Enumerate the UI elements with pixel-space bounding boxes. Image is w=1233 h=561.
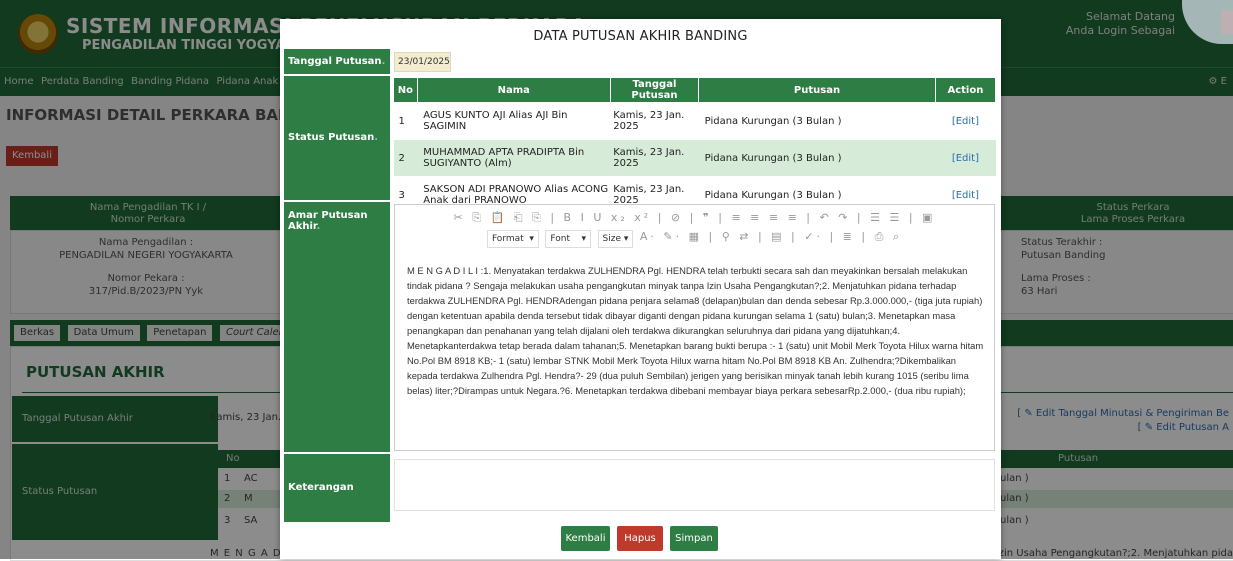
cell-tanggal: Kamis, 23 Jan. 2025 <box>610 102 699 140</box>
modal-title: DATA PUTUSAN AKHIR BANDING <box>533 29 748 44</box>
size-label: Size <box>602 234 621 244</box>
size-select[interactable]: Size ▾ <box>597 230 634 248</box>
amar-rich-text-editor[interactable]: ✂ ⎘ 📋 ⎗ ⎘ | B I U x₂ x² | ⊘ | ❞ | ≡ ≡ ≡ … <box>394 204 995 451</box>
font-label: Font <box>550 234 571 244</box>
editor-toolbar-row2: Format ▾ Font ▾ Size ▾ A· ✎· ▦ | ⚲ ⇄ | ▤… <box>395 230 994 248</box>
col-no: No <box>393 77 418 103</box>
edit-link[interactable]: [Edit] <box>952 116 979 127</box>
col-tanggal: Tanggal Putusan <box>609 77 700 103</box>
cell-tanggal: Kamis, 23 Jan. 2025 <box>610 139 699 177</box>
editor-toolbar-icons[interactable]: A· ✎· ▦ | ⚲ ⇄ | ▤ | ✓· | ≣ | ⎙ ⌕ <box>640 230 902 244</box>
cell-no: 2 <box>393 139 418 177</box>
simpan-button[interactable]: Simpan <box>670 526 718 551</box>
format-label: Format <box>491 234 524 244</box>
tanggal-putusan-input[interactable]: 23/01/2025 <box>394 52 451 72</box>
keterangan-input[interactable] <box>394 459 995 511</box>
cell-putusan: Pidana Kurungan (3 Bulan ) <box>698 102 936 140</box>
amar-content[interactable]: M E N G A D I L I :1. Menyatakan terdakw… <box>407 263 985 398</box>
table-row: 1 AGUS KUNTO AJI Alias AJI Bin SAGIMIN K… <box>393 102 996 140</box>
col-putusan: Putusan <box>698 77 936 103</box>
hapus-button[interactable]: Hapus <box>617 526 663 551</box>
putusan-modal: DATA PUTUSAN AKHIR BANDING Tanggal Putus… <box>280 19 1001 559</box>
label-status-putusan: Status Putusan. <box>284 76 390 200</box>
format-select[interactable]: Format ▾ <box>486 230 539 248</box>
label-text: Status Putusan <box>288 132 375 143</box>
cell-no: 1 <box>393 102 418 140</box>
cell-action: [Edit] <box>935 102 996 140</box>
cell-nama: AGUS KUNTO AJI Alias AJI Bin SAGIMIN <box>417 102 611 140</box>
kembali-button[interactable]: Kembali <box>561 526 610 551</box>
col-nama: Nama <box>416 77 611 103</box>
editor-toolbar-row1[interactable]: ✂ ⎘ 📋 ⎗ ⎘ | B I U x₂ x² | ⊘ | ❞ | ≡ ≡ ≡ … <box>395 211 994 225</box>
label-amar-putusan: Amar Putusan Akhir. <box>284 202 390 452</box>
label-text: Amar Putusan Akhir <box>288 210 368 232</box>
col-action: Action <box>934 77 997 103</box>
label-tanggal-putusan: Tanggal Putusan. <box>284 49 390 74</box>
cell-nama: MUHAMMAD APTA PRADIPTA Bin SUGIYANTO (Al… <box>417 139 611 177</box>
edit-link[interactable]: [Edit] <box>952 153 979 164</box>
edit-link[interactable]: [Edit] <box>952 190 979 201</box>
font-select[interactable]: Font ▾ <box>545 230 591 248</box>
label-keterangan: Keterangan <box>284 454 390 522</box>
cell-action: [Edit] <box>935 139 996 177</box>
label-text: Tanggal Putusan <box>288 56 382 67</box>
status-putusan-table: No Nama Tanggal Putusan Putusan Action 1… <box>393 77 997 214</box>
table-row: 2 MUHAMMAD APTA PRADIPTA Bin SUGIYANTO (… <box>393 139 996 177</box>
label-text: Keterangan <box>288 482 354 493</box>
cell-putusan: Pidana Kurungan (3 Bulan ) <box>698 139 936 177</box>
